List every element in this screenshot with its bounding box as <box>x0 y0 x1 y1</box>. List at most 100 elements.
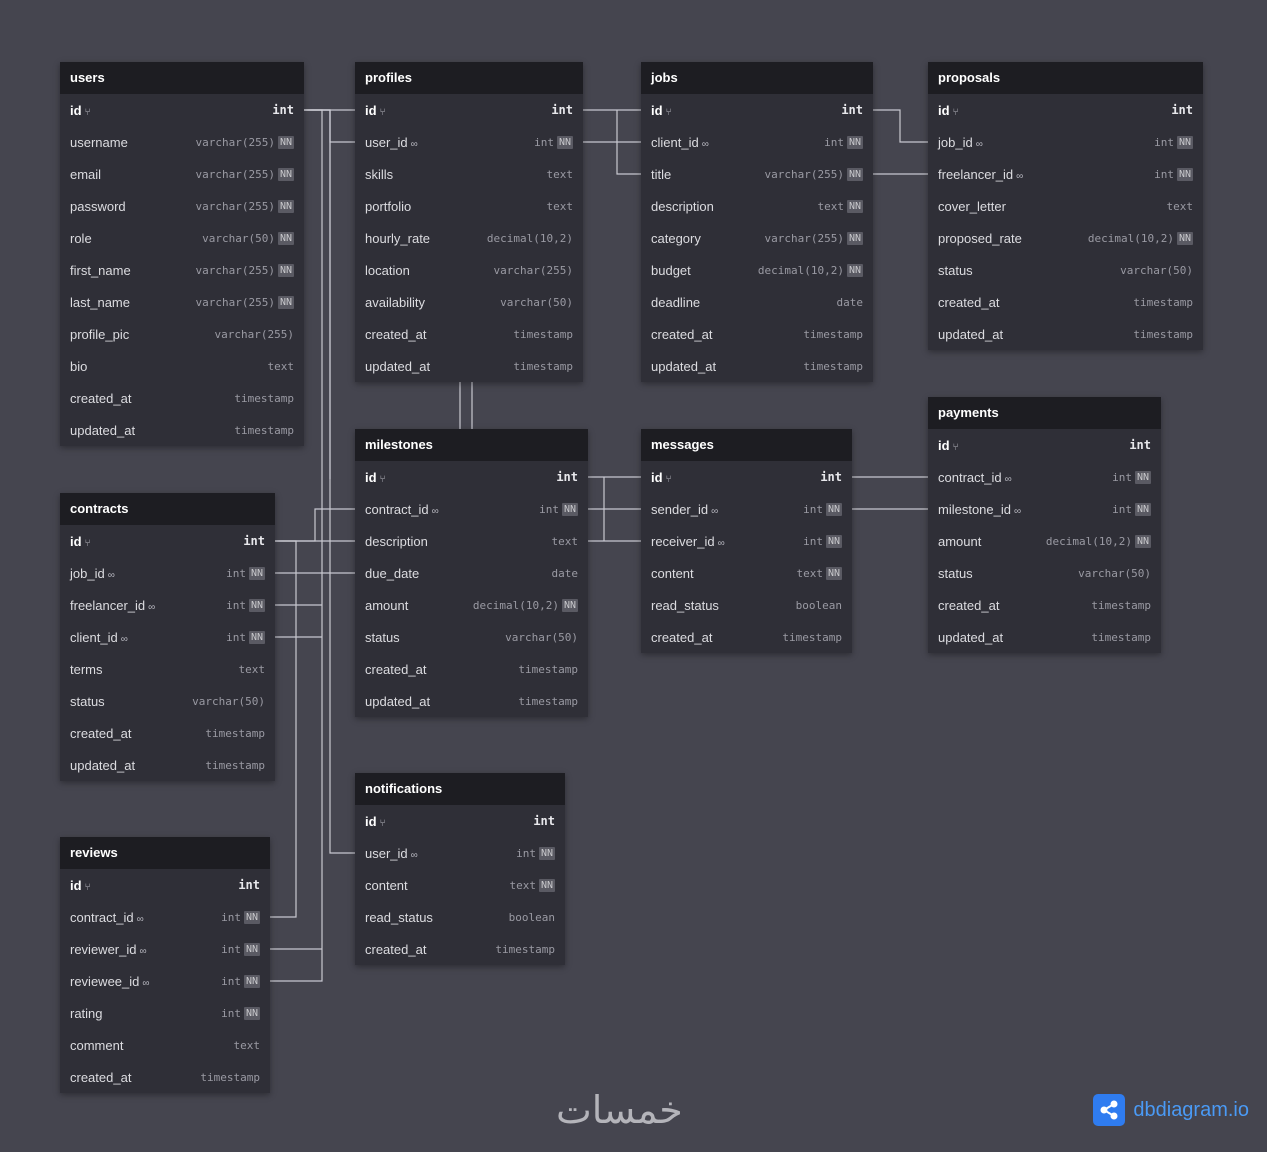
field-row[interactable]: content text NN <box>641 557 852 589</box>
field-row[interactable]: sender_id ∞ int NN <box>641 493 852 525</box>
field-row[interactable]: amount decimal(10,2) NN <box>928 525 1161 557</box>
field-row[interactable]: amount decimal(10,2) NN <box>355 589 588 621</box>
field-row[interactable]: availability varchar(50) <box>355 286 583 318</box>
field-row[interactable]: rating int NN <box>60 997 270 1029</box>
field-row[interactable]: id ⑂ int <box>355 805 565 837</box>
field-row[interactable]: created_at timestamp <box>60 382 304 414</box>
table-profiles[interactable]: profiles id ⑂ int user_id ∞ int NN skills text por… <box>355 62 583 382</box>
table-jobs[interactable]: jobs id ⑂ int client_id ∞ int NN title varchar(25… <box>641 62 873 382</box>
field-row[interactable]: created_at timestamp <box>355 318 583 350</box>
field-row[interactable]: password varchar(255) NN <box>60 190 304 222</box>
field-row[interactable]: user_id ∞ int NN <box>355 837 565 869</box>
field-row[interactable]: description text NN <box>641 190 873 222</box>
field-row[interactable]: id ⑂ int <box>641 461 852 493</box>
field-row[interactable]: title varchar(255) NN <box>641 158 873 190</box>
field-row[interactable]: read_status boolean <box>641 589 852 621</box>
table-messages[interactable]: messages id ⑂ int sender_id ∞ int NN receiver_id… <box>641 429 852 653</box>
table-reviews[interactable]: reviews id ⑂ int contract_id ∞ int NN reviewer_i… <box>60 837 270 1093</box>
field-row[interactable]: due_date date <box>355 557 588 589</box>
field-row[interactable]: freelancer_id ∞ int NN <box>928 158 1203 190</box>
field-row[interactable]: id ⑂ int <box>355 461 588 493</box>
table-header[interactable]: payments <box>928 397 1161 429</box>
field-row[interactable]: id ⑂ int <box>355 94 583 126</box>
field-row[interactable]: updated_at timestamp <box>60 749 275 781</box>
field-row[interactable]: user_id ∞ int NN <box>355 126 583 158</box>
field-row[interactable]: receiver_id ∞ int NN <box>641 525 852 557</box>
field-row[interactable]: role varchar(50) NN <box>60 222 304 254</box>
field-row[interactable]: updated_at timestamp <box>355 350 583 382</box>
field-row[interactable]: id ⑂ int <box>60 869 270 901</box>
field-row[interactable]: created_at timestamp <box>355 933 565 965</box>
field-row[interactable]: skills text <box>355 158 583 190</box>
field-row[interactable]: comment text <box>60 1029 270 1061</box>
field-row[interactable]: description text <box>355 525 588 557</box>
field-row[interactable]: read_status boolean <box>355 901 565 933</box>
field-row[interactable]: status varchar(50) <box>928 557 1161 589</box>
field-row[interactable]: id ⑂ int <box>60 94 304 126</box>
field-row[interactable]: profile_pic varchar(255) <box>60 318 304 350</box>
field-row[interactable]: created_at timestamp <box>60 717 275 749</box>
table-header[interactable]: messages <box>641 429 852 461</box>
table-header[interactable]: reviews <box>60 837 270 869</box>
field-row[interactable]: milestone_id ∞ int NN <box>928 493 1161 525</box>
field-row[interactable]: updated_at timestamp <box>928 621 1161 653</box>
field-row[interactable]: deadline date <box>641 286 873 318</box>
field-row[interactable]: created_at timestamp <box>641 621 852 653</box>
table-header[interactable]: contracts <box>60 493 275 525</box>
field-row[interactable]: job_id ∞ int NN <box>928 126 1203 158</box>
field-row[interactable]: client_id ∞ int NN <box>641 126 873 158</box>
field-row[interactable]: contract_id ∞ int NN <box>355 493 588 525</box>
table-milestones[interactable]: milestones id ⑂ int contract_id ∞ int NN descrip… <box>355 429 588 717</box>
field-row[interactable]: budget decimal(10,2) NN <box>641 254 873 286</box>
field-row[interactable]: contract_id ∞ int NN <box>60 901 270 933</box>
table-notifications[interactable]: notifications id ⑂ int user_id ∞ int NN content t… <box>355 773 565 965</box>
field-row[interactable]: contract_id ∞ int NN <box>928 461 1161 493</box>
table-contracts[interactable]: contracts id ⑂ int job_id ∞ int NN freelancer_id… <box>60 493 275 781</box>
field-row[interactable]: id ⑂ int <box>641 94 873 126</box>
field-row[interactable]: updated_at timestamp <box>641 350 873 382</box>
field-row[interactable]: job_id ∞ int NN <box>60 557 275 589</box>
field-row[interactable]: client_id ∞ int NN <box>60 621 275 653</box>
field-row[interactable]: id ⑂ int <box>60 525 275 557</box>
field-row[interactable]: bio text <box>60 350 304 382</box>
field-row[interactable]: id ⑂ int <box>928 429 1161 461</box>
field-row[interactable]: created_at timestamp <box>928 286 1203 318</box>
field-row[interactable]: category varchar(255) NN <box>641 222 873 254</box>
field-row[interactable]: proposed_rate decimal(10,2) NN <box>928 222 1203 254</box>
table-proposals[interactable]: proposals id ⑂ int job_id ∞ int NN freelancer_id… <box>928 62 1203 350</box>
field-row[interactable]: updated_at timestamp <box>60 414 304 446</box>
table-header[interactable]: profiles <box>355 62 583 94</box>
dbdiagram-logo[interactable]: dbdiagram.io <box>1093 1094 1249 1126</box>
field-row[interactable]: last_name varchar(255) NN <box>60 286 304 318</box>
field-row[interactable]: updated_at timestamp <box>928 318 1203 350</box>
field-row[interactable]: content text NN <box>355 869 565 901</box>
field-row[interactable]: created_at timestamp <box>60 1061 270 1093</box>
diagram-canvas[interactable]: users id ⑂ int username varchar(255) NN email va… <box>0 0 1267 1152</box>
field-row[interactable]: status varchar(50) <box>928 254 1203 286</box>
field-row[interactable]: created_at timestamp <box>355 653 588 685</box>
field-row[interactable]: username varchar(255) NN <box>60 126 304 158</box>
field-row[interactable]: email varchar(255) NN <box>60 158 304 190</box>
table-header[interactable]: milestones <box>355 429 588 461</box>
field-row[interactable]: freelancer_id ∞ int NN <box>60 589 275 621</box>
table-users[interactable]: users id ⑂ int username varchar(255) NN email va… <box>60 62 304 446</box>
table-header[interactable]: users <box>60 62 304 94</box>
field-row[interactable]: reviewer_id ∞ int NN <box>60 933 270 965</box>
table-header[interactable]: jobs <box>641 62 873 94</box>
table-header[interactable]: notifications <box>355 773 565 805</box>
field-row[interactable]: status varchar(50) <box>355 621 588 653</box>
field-row[interactable]: terms text <box>60 653 275 685</box>
field-row[interactable]: hourly_rate decimal(10,2) <box>355 222 583 254</box>
field-row[interactable]: first_name varchar(255) NN <box>60 254 304 286</box>
table-payments[interactable]: payments id ⑂ int contract_id ∞ int NN milestone… <box>928 397 1161 653</box>
field-row[interactable]: portfolio text <box>355 190 583 222</box>
field-row[interactable]: created_at timestamp <box>641 318 873 350</box>
field-row[interactable]: status varchar(50) <box>60 685 275 717</box>
field-row[interactable]: updated_at timestamp <box>355 685 588 717</box>
table-header[interactable]: proposals <box>928 62 1203 94</box>
field-row[interactable]: location varchar(255) <box>355 254 583 286</box>
field-row[interactable]: created_at timestamp <box>928 589 1161 621</box>
field-row[interactable]: cover_letter text <box>928 190 1203 222</box>
field-row[interactable]: reviewee_id ∞ int NN <box>60 965 270 997</box>
field-row[interactable]: id ⑂ int <box>928 94 1203 126</box>
